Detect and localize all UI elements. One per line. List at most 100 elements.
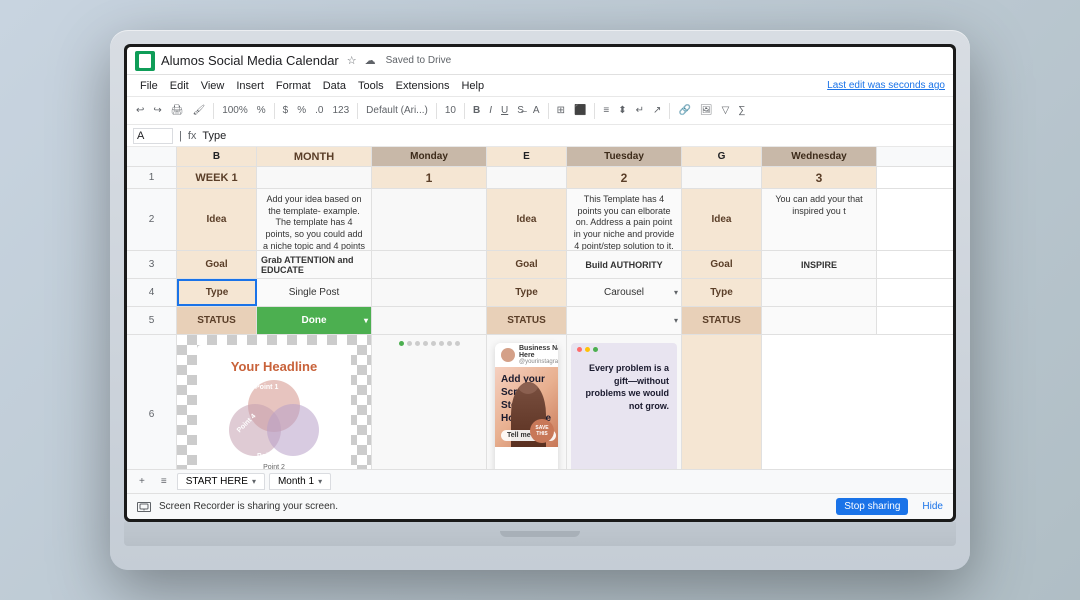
status-row: 5 STATUS Done ▾ STATUS ▾ STATUS [127, 307, 953, 335]
menu-extensions[interactable]: Extensions [391, 78, 455, 94]
paint-format-btn[interactable]: 🖌 [189, 103, 208, 118]
goal-label-wed: Goal [682, 251, 762, 278]
status-tue-dropdown[interactable]: ▾ [674, 316, 678, 325]
dot7 [455, 341, 460, 346]
font-color-btn[interactable]: A [530, 103, 543, 118]
bold-btn[interactable]: B [470, 103, 483, 118]
undo-btn[interactable]: ↩ [133, 103, 147, 118]
zoom-selector[interactable]: 100% [219, 103, 251, 118]
menu-tools[interactable]: Tools [353, 78, 389, 94]
goal-row: 3 Goal Grab ATTENTION and EDUCATE Goal B… [127, 251, 953, 279]
idea-mon-text: Add your idea based on the template- exa… [260, 192, 368, 250]
dot4 [431, 341, 436, 346]
menu-edit[interactable]: Edit [165, 78, 194, 94]
percent-btn[interactable]: % [294, 103, 309, 118]
idea-tue-cell: This Template has 4 points you can elbor… [567, 189, 682, 250]
last-edit[interactable]: Last edit was seconds ago [827, 80, 945, 91]
close-dot [577, 347, 582, 352]
row-num-type: 4 [127, 279, 177, 306]
image-btn[interactable]: 🖼 [697, 103, 716, 118]
toolbar: ↩ ↪ 🖨 🖌 100% % $ % .0 123 Default (Ari..… [127, 97, 953, 125]
menu-file[interactable]: File [135, 78, 163, 94]
add-sheet-btn[interactable]: + [133, 474, 151, 489]
sep8 [669, 103, 670, 119]
merge-btn[interactable]: ⬛ [571, 103, 589, 118]
decimal-more-btn[interactable]: 123 [329, 103, 352, 118]
carousel-preview: Business Name Here @yourinstagramhandle … [495, 343, 558, 469]
title-bar: Alumos Social Media Calendar ☆ ☁ Saved t… [127, 47, 953, 75]
idea-mon-cell: Add your idea based on the template- exa… [257, 189, 372, 250]
valign-btn[interactable]: ⬍ [615, 103, 629, 118]
sep7 [594, 103, 595, 119]
week1-row: 1 WEEK 1 1 2 3 [127, 167, 953, 189]
underline-btn[interactable]: U [498, 103, 511, 118]
menu-insert[interactable]: Insert [231, 78, 269, 94]
menu-help[interactable]: Help [456, 78, 489, 94]
monitor-icon-svg [139, 503, 149, 511]
borders-btn[interactable]: ⊞ [554, 103, 568, 118]
currency-btn[interactable]: $ [280, 103, 292, 118]
business-info: Business Name Here @yourinstagramhandle [519, 345, 558, 365]
row-num-status: 5 [127, 307, 177, 334]
min-dot [585, 347, 590, 352]
idea-wed-cell: You can add your that inspired you t [762, 189, 877, 250]
type-mon-value: Single Post [289, 287, 340, 298]
rotate-btn[interactable]: ↗ [650, 103, 664, 118]
type-tue-value: Carousel [604, 287, 644, 298]
row-num-goal: 3 [127, 251, 177, 278]
align-btn[interactable]: ≡ [600, 103, 612, 118]
menubar: File Edit View Insert Format Data Tools … [127, 75, 953, 97]
font-size-selector[interactable]: 10 [442, 103, 459, 118]
hide-link[interactable]: Hide [922, 501, 943, 512]
sheet-list-btn[interactable]: ≡ [155, 474, 173, 489]
screen-share-icon [137, 502, 151, 512]
tab-month-1[interactable]: Month 1 ▾ [269, 473, 331, 490]
redo-btn[interactable]: ↪ [150, 103, 164, 118]
save-badge: SAVETHIS [530, 419, 554, 443]
stop-sharing-button[interactable]: Stop sharing [836, 498, 908, 515]
function-btn[interactable]: ∑ [735, 103, 748, 118]
preview-empty1 [372, 335, 487, 469]
print-btn[interactable]: 🖨 [168, 103, 187, 118]
grid-body: 1 WEEK 1 1 2 3 2 Idea Add yo [127, 167, 953, 469]
star-icon[interactable]: ☆ [345, 52, 359, 69]
type-tue-cell: Carousel ▾ [567, 279, 682, 306]
goal-tue-cell: Build AUTHORITY [567, 251, 682, 278]
cloud-icon[interactable]: ☁ [363, 52, 378, 69]
strikethrough-btn[interactable]: S̶ [514, 103, 527, 118]
italic-btn[interactable]: I [486, 103, 495, 118]
menu-view[interactable]: View [196, 78, 230, 94]
tab-start-here-label: START HERE [186, 476, 248, 487]
tab-start-here[interactable]: START HERE ▾ [177, 473, 265, 490]
status-mon-value: Done [302, 315, 327, 326]
week1-empty1 [257, 167, 372, 188]
wrap-btn[interactable]: ↵ [633, 103, 647, 118]
status-label-cell: STATUS [177, 307, 257, 334]
type-label-tue: Type [487, 279, 567, 306]
status-mon-dropdown[interactable]: ▾ [364, 316, 368, 325]
status-label-tue: STATUS [487, 307, 567, 334]
font-selector[interactable]: Default (Ari...) [363, 103, 431, 118]
decimal-less-btn[interactable]: .0 [312, 103, 326, 118]
day2-num: 2 [567, 167, 682, 188]
menu-data[interactable]: Data [318, 78, 351, 94]
sep1 [213, 103, 214, 119]
type-tue-dropdown[interactable]: ▾ [674, 288, 678, 297]
link-btn[interactable]: 🔗 [675, 103, 693, 118]
corner-cell [127, 147, 177, 166]
week1-label: WEEK 1 [177, 167, 257, 188]
menu-format[interactable]: Format [271, 78, 316, 94]
week1-empty2 [487, 167, 567, 188]
type-empty1 [372, 279, 487, 306]
preview-cell-2-outer: Business Name Here @yourinstagramhandle … [487, 335, 567, 469]
cell-reference[interactable]: A [133, 128, 173, 144]
tab-start-arrow: ▾ [252, 477, 256, 486]
type-label-wed: Type [682, 279, 762, 306]
preview-cell-3-outer: Every problem is a gift—without problems… [567, 335, 682, 469]
day3-num: 3 [762, 167, 877, 188]
screen-share-message: Screen Recorder is sharing your screen. [159, 501, 338, 512]
filter-btn[interactable]: ▽ [719, 103, 733, 118]
business-handle: @yourinstagramhandle [519, 359, 558, 365]
row-num-preview: 6 [127, 335, 177, 469]
screen: Alumos Social Media Calendar ☆ ☁ Saved t… [127, 47, 953, 519]
